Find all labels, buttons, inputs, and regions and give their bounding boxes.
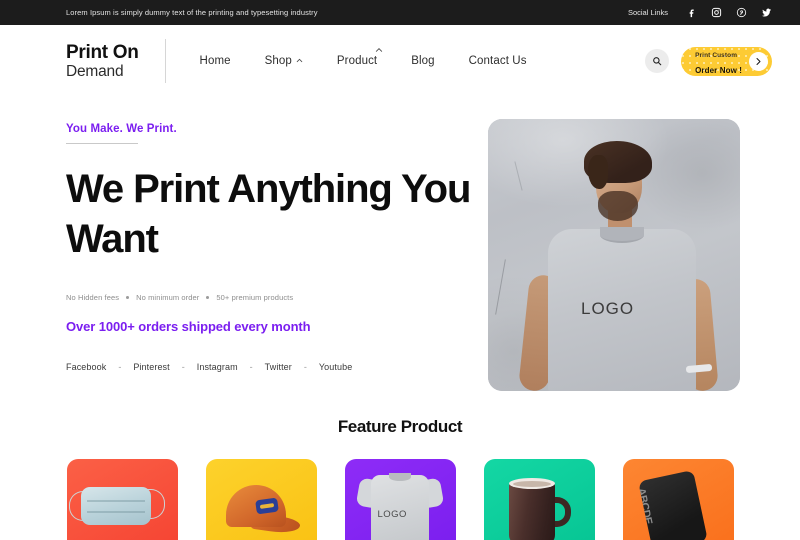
promo-text: Lorem Ipsum is simply dummy text of the … (66, 8, 318, 17)
twitter-icon[interactable] (760, 7, 772, 19)
separator-dash: - (249, 361, 253, 372)
hero-meta-item-2: No minimum order (136, 292, 200, 302)
page-title: We Print Anything You Want (66, 167, 471, 262)
hero-social-links: Facebook - Pinterest - Instagram - Twitt… (66, 362, 486, 372)
product-card-alphabet-pillow[interactable]: ABCDE FGHIJK (622, 459, 734, 540)
facebook-icon[interactable] (685, 7, 697, 19)
cta-line-2: Order Now ! (695, 66, 742, 75)
product-card-baseball-cap[interactable] (205, 459, 317, 540)
mug-rim (508, 478, 555, 489)
nav-item-home[interactable]: Home (200, 55, 231, 67)
logo-divider (164, 39, 166, 83)
product-card-t-shirt[interactable]: LOGO (344, 459, 456, 540)
model-beard (598, 191, 638, 221)
nav-item-contact-us[interactable]: Contact Us (469, 55, 527, 67)
arrow-right-icon (749, 51, 768, 71)
cap-logo-patch (254, 497, 279, 515)
separator-dash: - (181, 361, 185, 372)
tshirt-print-logo: LOGO (377, 509, 407, 520)
tshirt-collar (388, 473, 411, 481)
instagram-icon[interactable] (710, 7, 722, 19)
tshirt-body (370, 475, 429, 540)
hero-eyebrow-rule (66, 143, 138, 144)
separator-dash: - (303, 361, 307, 372)
feature-product-cards: LOGO ABCDE FGHIJK (0, 459, 800, 540)
chevron-up-icon (296, 57, 303, 64)
hero-meta-item-3: 50+ premium products (216, 292, 294, 302)
nav-item-blog[interactable]: Blog (411, 55, 434, 67)
logo[interactable]: Print On Demand (66, 42, 165, 81)
hero-section: You Make. We Print. We Print Anything Yo… (0, 97, 800, 391)
top-announcement-bar: Lorem Ipsum is simply dummy text of the … (0, 0, 800, 25)
hero-social-twitter[interactable]: Twitter (265, 362, 292, 372)
tshirt-logo-text: LOGO (581, 299, 635, 318)
hero-social-pinterest[interactable]: Pinterest (133, 362, 169, 372)
nav-label-shop: Shop (264, 55, 292, 67)
cta-text-group: Print Custom Order Now ! (695, 45, 742, 76)
nav-item-shop[interactable]: Shop (265, 55, 303, 67)
print-custom-order-button[interactable]: Print Custom Order Now ! (681, 45, 772, 76)
logo-line-1: Print On (66, 41, 139, 63)
site-header: Print On Demand Home Shop Product Blog C… (0, 25, 800, 97)
cta-line-1: Print Custom (695, 52, 738, 60)
hero-image-container: LOGO (488, 119, 740, 391)
bullet-dot-icon (206, 295, 210, 299)
pillow-print-text: ABCDE FGHIJK (637, 486, 654, 528)
header-actions: Print Custom Order Now ! (645, 45, 772, 76)
hero-content: You Make. We Print. We Print Anything Yo… (66, 119, 486, 372)
model-tshirt-collar (600, 227, 644, 243)
hero-eyebrow: You Make. We Print. (66, 123, 177, 135)
mask-body (80, 487, 151, 525)
model-hair (584, 141, 652, 189)
nav-label-blog: Blog (411, 55, 435, 67)
hero-social-instagram[interactable]: Instagram (197, 362, 238, 372)
hero-meta-item-1: No Hidden fees (66, 292, 120, 302)
chevron-up-icon (375, 46, 383, 54)
bullet-dot-icon (126, 295, 130, 299)
pillow-body: ABCDE FGHIJK (637, 469, 708, 540)
hero-orders-text: Over 1000+ orders shipped every month (66, 318, 311, 334)
separator-dash: - (118, 361, 122, 372)
pinterest-icon[interactable] (735, 7, 747, 19)
product-card-coffee-mug[interactable] (483, 459, 595, 540)
nav-label-contact-us: Contact Us (468, 55, 527, 67)
nav-label-product: Product (336, 55, 378, 67)
pillow-text-line-1: ABCDE (637, 486, 654, 526)
product-card-face-mask[interactable] (66, 459, 178, 540)
mug-body (508, 481, 555, 540)
nav-label-home: Home (199, 55, 231, 67)
main-navigation: Home Shop Product Blog Contact Us (200, 48, 527, 67)
social-links-label: Social Links (627, 8, 668, 17)
hero-social-facebook[interactable]: Facebook (66, 362, 106, 372)
nav-item-product[interactable]: Product (336, 48, 383, 67)
topbar-social-group: Social Links (628, 7, 772, 19)
hero-social-youtube[interactable]: Youtube (319, 362, 352, 372)
logo-line-2: Demand (66, 62, 124, 80)
hero-meta-list: No Hidden fees No minimum order 50+ prem… (66, 293, 486, 302)
search-button[interactable] (645, 49, 670, 73)
search-icon (652, 56, 662, 66)
hero-photo-man-in-tshirt: LOGO (488, 119, 740, 391)
feature-product-heading: Feature Product (337, 417, 463, 436)
